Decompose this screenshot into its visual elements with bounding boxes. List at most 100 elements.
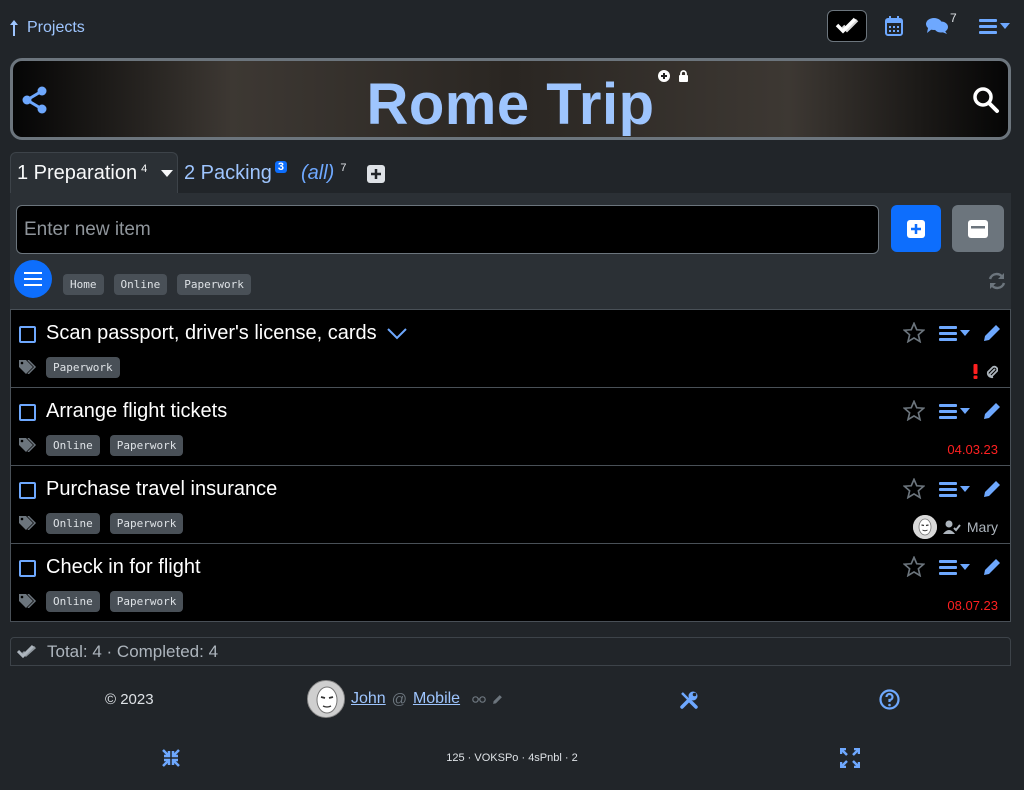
assignee-name: Mary	[966, 519, 998, 535]
pencil-icon[interactable]	[982, 557, 1002, 577]
window-minimize-button[interactable]	[952, 205, 1004, 252]
tab-count: 7	[340, 162, 347, 174]
item-menu-button[interactable]	[939, 403, 970, 419]
user-info: John @ Mobile	[307, 680, 503, 718]
footer: © 2023 John @ Mobile 125 · VOKSPo · 4sPn…	[0, 666, 1024, 790]
tab-all[interactable]: (all) 7	[301, 152, 346, 194]
exclamation-icon	[973, 364, 978, 379]
pencil-icon[interactable]	[982, 401, 1002, 421]
tab-preparation[interactable]: 1 Preparation 4	[10, 152, 178, 194]
user-check-icon	[942, 520, 961, 534]
item-menu-button[interactable]	[939, 325, 970, 341]
double-check-icon	[835, 17, 859, 34]
star-icon[interactable]	[903, 478, 925, 499]
device-link[interactable]: Mobile	[413, 690, 460, 708]
tags-icon	[19, 594, 37, 608]
tab-label: 2 Packing	[184, 161, 272, 184]
avatar[interactable]	[307, 680, 345, 718]
item-list: Scan passport, driver's license, cards P…	[10, 309, 1011, 622]
comments-count: 7	[950, 11, 957, 25]
item-tag[interactable]: Paperwork	[109, 591, 184, 612]
search-button[interactable]	[972, 86, 1000, 114]
caret-down-icon	[960, 485, 970, 492]
double-check-icon	[17, 644, 36, 658]
user-name-link[interactable]: John	[351, 690, 386, 708]
item-tag[interactable]: Paperwork	[46, 357, 120, 378]
item-checkbox[interactable]	[19, 482, 36, 499]
tags-icon	[19, 438, 37, 452]
item-checkbox[interactable]	[19, 326, 36, 343]
bars-icon	[939, 559, 957, 575]
copyright: © 2023	[105, 691, 154, 708]
plus-square-icon	[907, 219, 925, 238]
item-tag[interactable]: Paperwork	[109, 435, 184, 456]
tools-button[interactable]	[679, 690, 699, 710]
item-tag[interactable]: Online	[46, 591, 100, 612]
caret-down-icon	[960, 563, 970, 570]
calendar-icon	[885, 16, 903, 36]
mask-avatar-icon	[308, 681, 344, 717]
pencil-icon	[493, 694, 502, 704]
star-icon[interactable]	[903, 400, 925, 421]
window-minimize-icon	[968, 219, 988, 238]
expand-icon	[840, 748, 860, 768]
new-item-input[interactable]	[16, 205, 879, 254]
paperclip-icon	[986, 365, 998, 379]
item-tag[interactable]: Paperwork	[109, 513, 184, 534]
item-menu-button[interactable]	[939, 481, 970, 497]
due-date: 08.07.23	[947, 598, 998, 613]
expand-button[interactable]	[840, 748, 860, 768]
tab-packing[interactable]: 2 Packing 3	[184, 152, 287, 194]
item-text: Check in for flight	[46, 556, 201, 578]
item-tag[interactable]: Online	[46, 435, 100, 456]
assignee[interactable]: Mary	[912, 515, 998, 539]
tab-count: 4	[141, 163, 148, 175]
tags-icon	[19, 516, 37, 530]
sync-icon	[988, 272, 1006, 290]
list-item[interactable]: Check in for flight Online Paperwork 08.…	[10, 543, 1011, 622]
add-list-button[interactable]	[367, 165, 385, 183]
main-menu-button[interactable]	[979, 18, 1010, 34]
pencil-icon[interactable]	[982, 323, 1002, 343]
item-tag[interactable]: Online	[46, 513, 100, 534]
caret-down-icon	[1000, 23, 1010, 29]
list-item[interactable]: Arrange flight tickets Online Paperwork …	[10, 387, 1011, 466]
add-item-button[interactable]	[891, 205, 941, 252]
star-icon[interactable]	[903, 556, 925, 577]
list-item[interactable]: Scan passport, driver's license, cards P…	[10, 309, 1011, 388]
plus-circle-icon[interactable]	[658, 70, 670, 82]
question-circle-icon	[879, 689, 900, 710]
star-icon[interactable]	[903, 322, 925, 343]
caret-down-icon	[960, 407, 970, 414]
caret-down-icon[interactable]	[161, 169, 174, 177]
top-bar: Projects 7	[0, 0, 1024, 58]
glasses-icon	[472, 696, 486, 703]
filter-tag[interactable]: Home	[63, 274, 104, 295]
item-menu-button[interactable]	[939, 559, 970, 575]
refresh-button[interactable]	[987, 271, 1007, 291]
comments-button[interactable]: 7	[925, 11, 957, 35]
plus-square-icon	[367, 165, 385, 183]
caret-down-icon	[960, 329, 970, 336]
project-banner: Rome Trip	[10, 58, 1011, 140]
item-checkbox[interactable]	[19, 560, 36, 577]
pencil-icon[interactable]	[982, 479, 1002, 499]
filter-tag[interactable]: Online	[113, 274, 168, 295]
calendar-button[interactable]	[885, 16, 903, 36]
totals-text: Total: 4 · Completed: 4	[47, 641, 219, 661]
filter-menu-button[interactable]	[14, 260, 52, 298]
list-tabs: 1 Preparation 4 2 Packing 3 (all) 7	[10, 152, 1011, 194]
tags-icon	[19, 360, 37, 374]
tab-label: (all)	[301, 161, 335, 184]
item-text: Purchase travel insurance	[46, 478, 278, 500]
filter-tag[interactable]: Paperwork	[177, 274, 251, 295]
projects-link[interactable]: Projects	[9, 19, 85, 37]
item-checkbox[interactable]	[19, 404, 36, 421]
bars-icon	[979, 19, 997, 34]
help-button[interactable]	[879, 689, 900, 710]
chevron-down-icon[interactable]	[386, 327, 407, 340]
completed-toggle-button[interactable]	[827, 10, 867, 42]
list-item[interactable]: Purchase travel insurance Online Paperwo…	[10, 465, 1011, 544]
projects-label: Projects	[27, 19, 85, 36]
totals-bar[interactable]: Total: 4 · Completed: 4	[10, 637, 1011, 666]
